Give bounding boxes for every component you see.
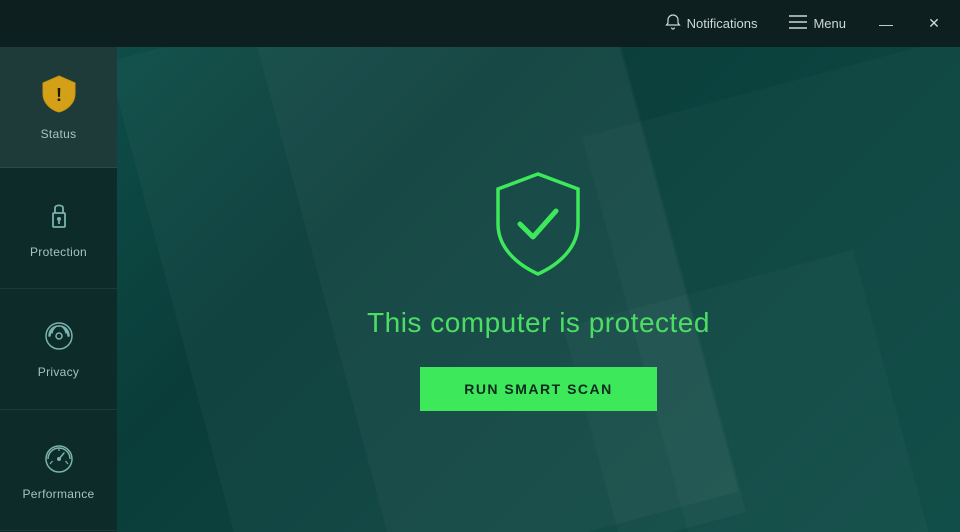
bell-icon: [665, 14, 681, 34]
protected-shield-icon: [488, 169, 588, 279]
menu-button[interactable]: Menu: [783, 11, 852, 37]
notifications-button[interactable]: Notifications: [659, 10, 764, 38]
run-smart-scan-button[interactable]: RUN SMART SCAN: [420, 367, 657, 411]
status-icon: !: [41, 74, 77, 119]
app-body: ! Status Protection: [0, 47, 960, 532]
center-content: This computer is protected RUN SMART SCA…: [367, 169, 710, 411]
menu-label: Menu: [813, 16, 846, 31]
sidebar-item-protection-label: Protection: [30, 245, 87, 259]
titlebar-actions: Notifications Menu — ✕: [659, 10, 948, 38]
sidebar-item-performance-label: Performance: [23, 487, 95, 501]
sidebar-item-protection[interactable]: Protection: [0, 168, 117, 289]
protection-icon: [45, 198, 73, 237]
sidebar: ! Status Protection: [0, 47, 117, 532]
shield-container: [488, 169, 588, 279]
svg-text:!: !: [56, 85, 62, 105]
sidebar-item-privacy[interactable]: Privacy: [0, 289, 117, 410]
minimize-icon: —: [879, 16, 893, 32]
sidebar-item-performance[interactable]: Performance: [0, 410, 117, 531]
close-button[interactable]: ✕: [920, 10, 948, 38]
notifications-label: Notifications: [687, 16, 758, 31]
sidebar-item-status[interactable]: ! Status: [0, 47, 117, 168]
titlebar: Notifications Menu — ✕: [0, 0, 960, 47]
main-content: This computer is protected RUN SMART SCA…: [117, 47, 960, 532]
sidebar-item-privacy-label: Privacy: [38, 365, 79, 379]
close-icon: ✕: [928, 15, 940, 32]
performance-icon: [42, 440, 76, 479]
status-text: This computer is protected: [367, 307, 710, 339]
sidebar-item-status-label: Status: [41, 127, 77, 141]
menu-icon: [789, 15, 807, 33]
minimize-button[interactable]: —: [872, 10, 900, 38]
privacy-icon: [43, 320, 75, 357]
